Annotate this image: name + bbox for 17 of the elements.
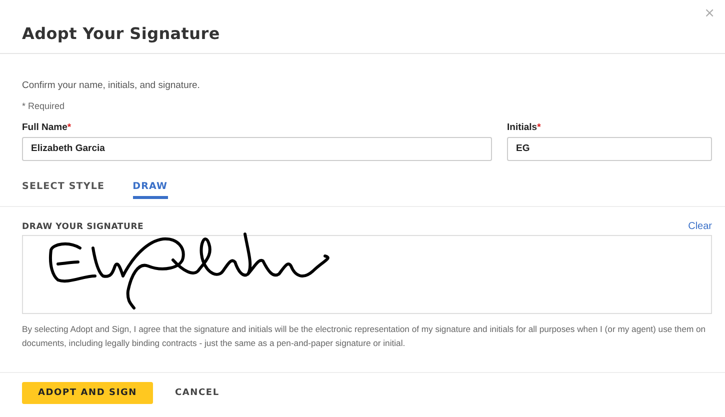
required-mark: * [537,122,541,133]
tab[interactable]: SELECT STYLE [22,168,105,198]
input-field[interactable]: Elizabeth Garcia [22,136,492,160]
input-field[interactable]: EG [507,136,712,160]
required-mark: * [67,122,72,133]
adopt-button[interactable]: ADOPT AND SIGN [22,382,154,404]
field-label: Full Name [22,122,68,133]
clear-link[interactable]: Clear [688,220,712,232]
disclaimer-text: By selecting Adopt and Sign, I agree that the signature and initials will be the electronic representation of my signature and initials for all purposes when I (or my agent) use them on documents, including legally binding contracts - just the same as a pen-and-paper signature or initial. [22,322,707,350]
intro-text: Confirm your name, initials, and signature. [22,80,201,91]
cancel-button[interactable]: CANCEL [175,382,220,404]
dialog-title: Adopt Your Signature [22,24,220,43]
signature-label: DRAW YOUR SIGNATURE [22,222,144,232]
field-label: Initials [507,122,538,133]
required-note: * Required [22,101,66,111]
tab[interactable]: DRAW [132,168,168,198]
signature-pad[interactable] [22,234,712,314]
